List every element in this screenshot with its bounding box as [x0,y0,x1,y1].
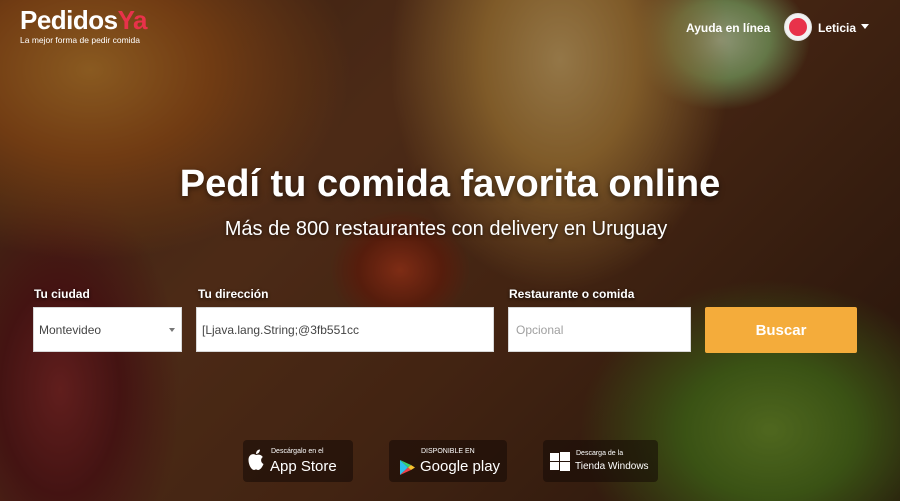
address-label: Tu dirección [198,287,269,301]
city-select-value: Montevideo [39,323,102,337]
logo-tagline: La mejor forma de pedir comida [20,35,141,45]
address-input-value: [Ljava.lang.String;@3fb551cc [202,323,359,337]
brand-logo[interactable]: PedidosYa La mejor forma de pedir comida [20,5,148,45]
background-photo-overlay [0,0,900,501]
city-label: Tu ciudad [34,287,90,301]
caret-down-icon[interactable] [861,24,869,29]
google-play-big-text: Google play [420,458,501,475]
city-select[interactable]: Montevideo [33,307,182,352]
user-avatar-icon[interactable] [784,13,812,41]
search-button[interactable]: Buscar [705,307,857,353]
logo-wordmark: PedidosYa [20,5,148,35]
windows-store-small-text: Descarga de la [576,450,624,457]
hero-subtitle: Más de 800 restaurantes con delivery en … [224,218,668,240]
user-name[interactable]: Leticia [818,21,856,35]
food-search-input[interactable]: Opcional [508,307,691,352]
app-store-big-text: App Store [270,458,337,475]
hero-title: Pedí tu comida favorita online [179,163,721,205]
app-store-badge[interactable]: Descárgalo en el App Store [243,440,353,482]
landing-page: PedidosYa La mejor forma de pedir comida… [0,0,900,501]
food-search-placeholder: Opcional [516,323,564,337]
help-link[interactable]: Ayuda en línea [686,21,770,35]
apple-icon [248,449,264,470]
google-play-badge[interactable]: DISPONIBLE EN Google play [389,440,507,482]
app-store-small-text: Descárgalo en el [271,448,324,455]
google-play-small-text: DISPONIBLE EN [421,448,475,455]
chevron-down-icon [169,328,175,332]
food-label: Restaurante o comida [509,287,635,301]
google-play-icon [400,460,415,475]
logo-word-part2: Ya [117,5,148,35]
windows-store-badge[interactable]: Descarga de la Tienda Windows [543,440,658,482]
address-input[interactable]: [Ljava.lang.String;@3fb551cc [196,307,494,352]
windows-icon [550,452,570,471]
windows-store-big-text: Tienda Windows [575,461,649,472]
logo-word-part1: Pedidos [20,5,118,35]
